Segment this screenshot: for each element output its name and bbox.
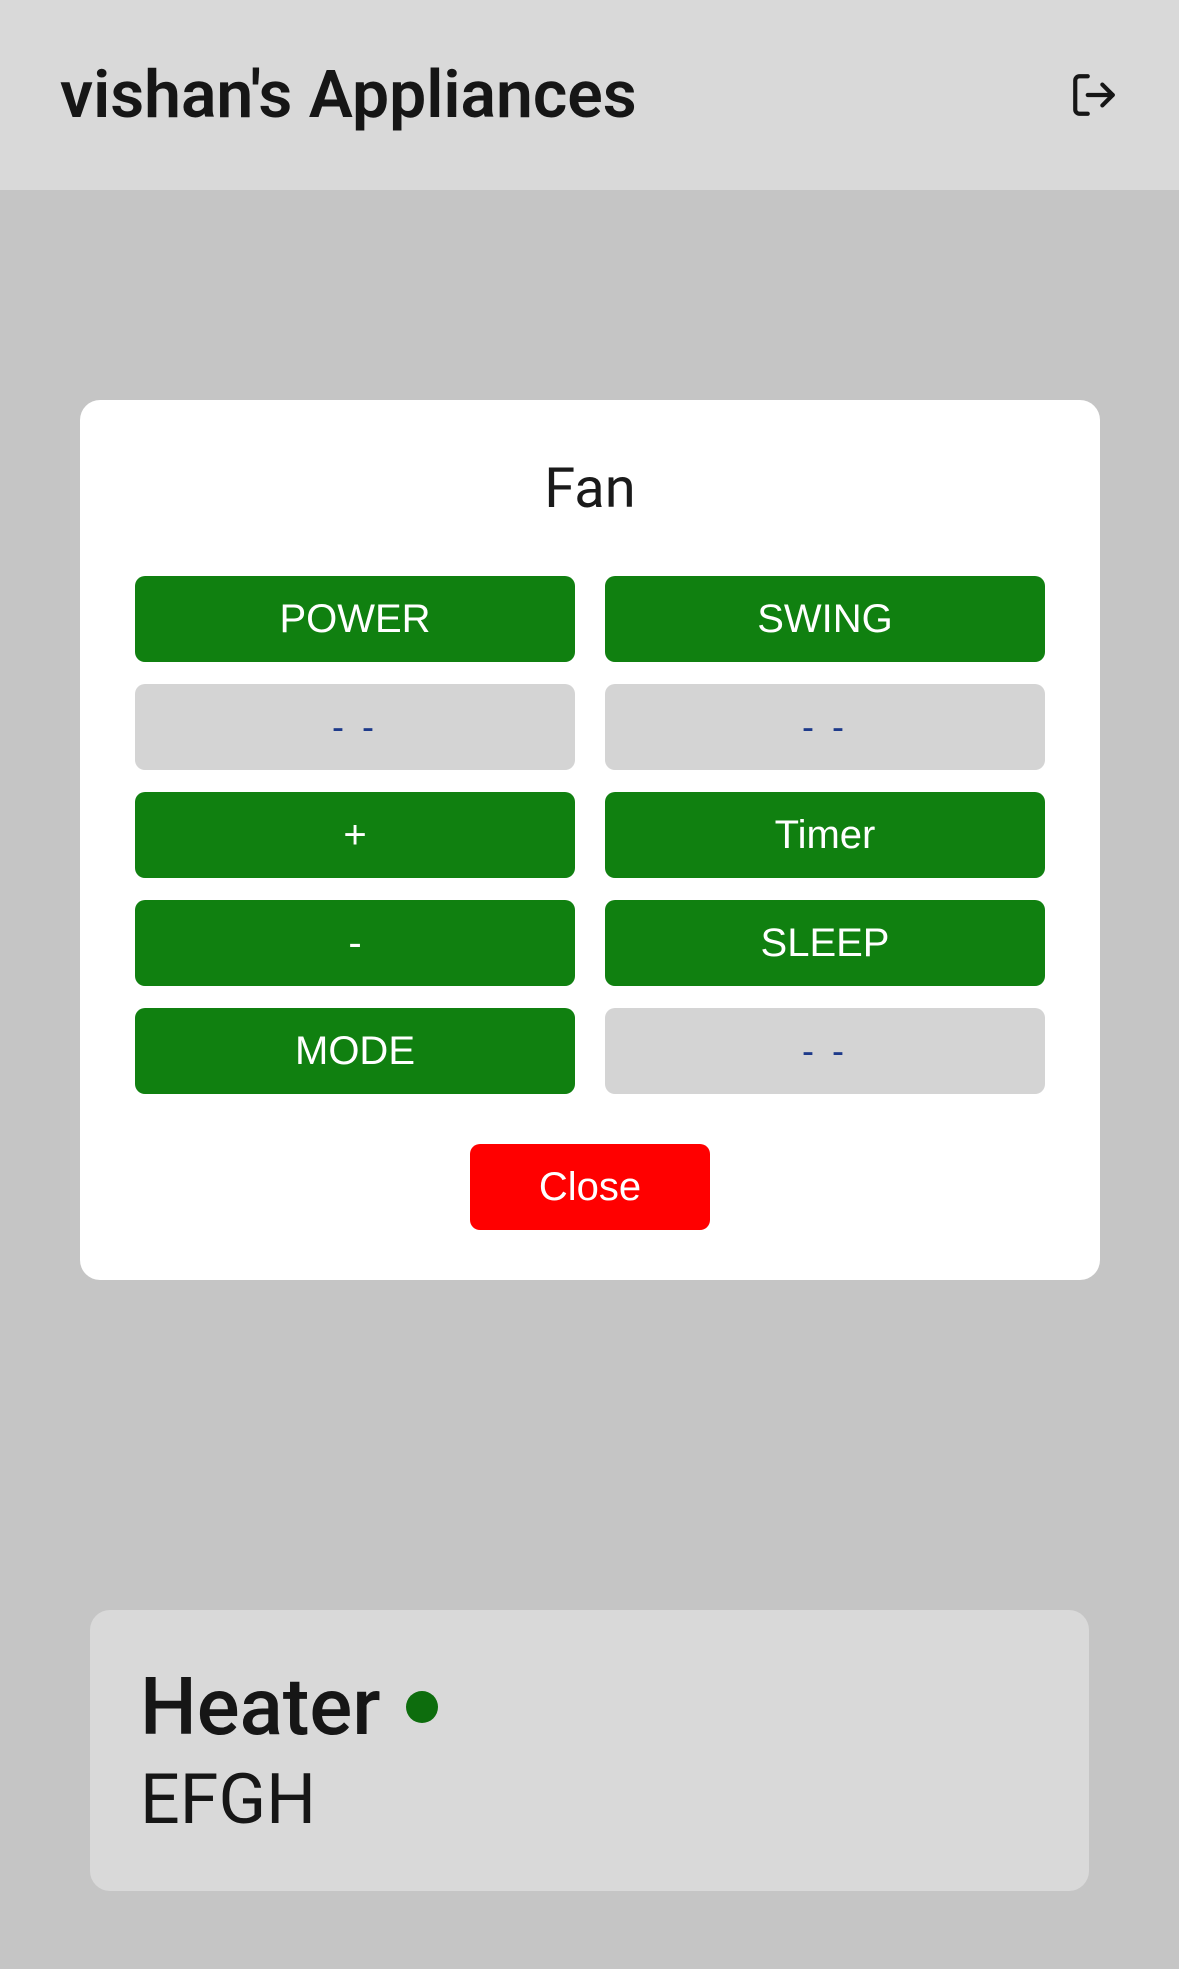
timer-button[interactable]: Timer bbox=[605, 792, 1045, 878]
sleep-button[interactable]: SLEEP bbox=[605, 900, 1045, 986]
empty-button-1: - - bbox=[135, 684, 575, 770]
mode-button[interactable]: MODE bbox=[135, 1008, 575, 1094]
button-grid: POWER SWING - - - - + Timer - SLEEP MODE… bbox=[135, 576, 1045, 1094]
empty-button-3: - - bbox=[605, 1008, 1045, 1094]
swing-button[interactable]: SWING bbox=[605, 576, 1045, 662]
plus-button[interactable]: + bbox=[135, 792, 575, 878]
modal-overlay: Fan POWER SWING - - - - + Timer - SLEEP … bbox=[0, 0, 1179, 1969]
minus-button[interactable]: - bbox=[135, 900, 575, 986]
empty-button-2: - - bbox=[605, 684, 1045, 770]
modal-title: Fan bbox=[135, 455, 1045, 521]
power-button[interactable]: POWER bbox=[135, 576, 575, 662]
remote-control-modal: Fan POWER SWING - - - - + Timer - SLEEP … bbox=[80, 400, 1100, 1280]
close-button[interactable]: Close bbox=[470, 1144, 710, 1230]
